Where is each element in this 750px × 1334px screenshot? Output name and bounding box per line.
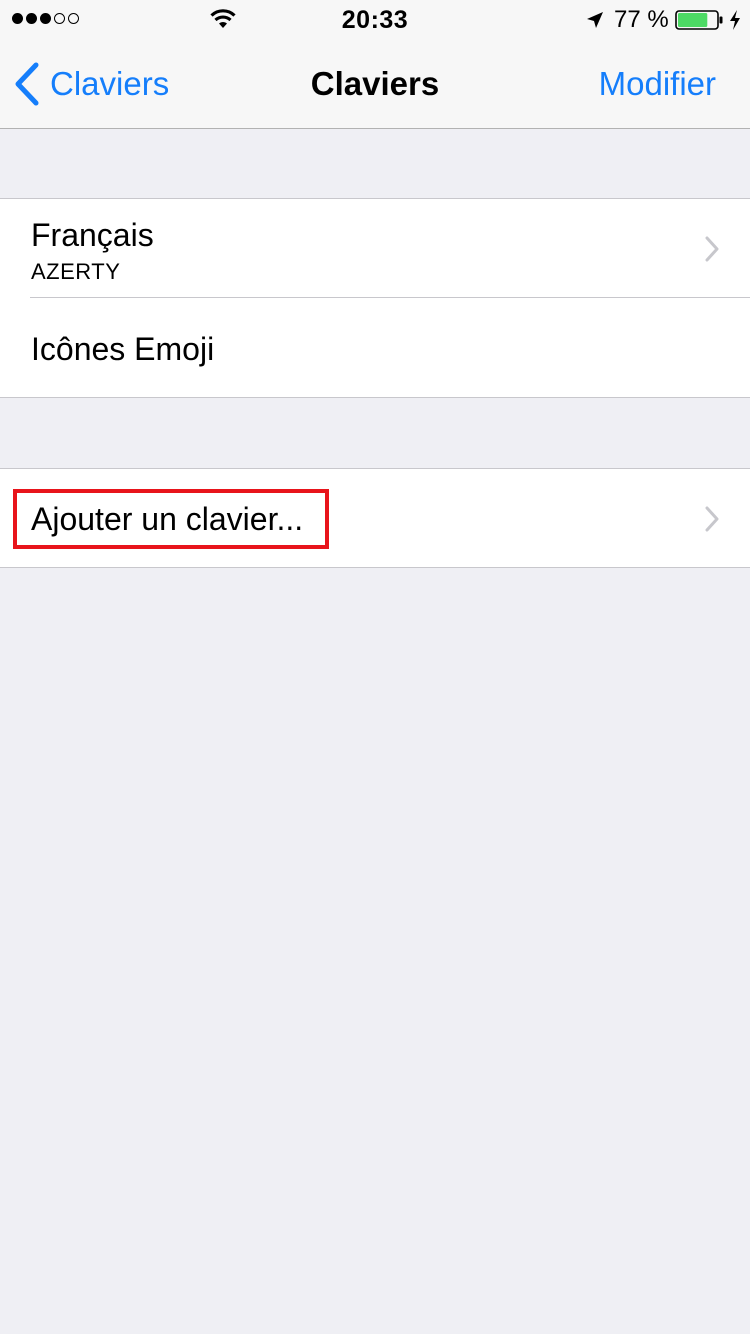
battery-icon (675, 10, 723, 30)
keyboard-row-francais[interactable]: Français AZERTY (0, 199, 750, 298)
navigation-bar: Claviers Claviers Modifier (0, 40, 750, 129)
keyboards-list: Français AZERTY Icônes Emoji (0, 198, 750, 398)
edit-button[interactable]: Modifier (599, 65, 716, 103)
battery-percentage: 77 % (614, 6, 669, 33)
add-keyboard-row[interactable]: Ajouter un clavier... (0, 469, 750, 567)
location-arrow-icon (587, 12, 603, 28)
chevron-right-icon (705, 236, 719, 262)
add-keyboard-group: Ajouter un clavier... (0, 468, 750, 568)
keyboard-name: Français (31, 217, 154, 253)
chevron-right-icon (705, 506, 719, 532)
keyboard-name: Icônes Emoji (31, 331, 215, 367)
status-bar: 20:33 77 % (0, 0, 750, 40)
keyboard-row-emoji[interactable]: Icônes Emoji (0, 298, 750, 397)
charging-bolt-icon (730, 10, 740, 30)
add-keyboard-label: Ajouter un clavier... (31, 501, 304, 537)
keyboard-layout: AZERTY (31, 259, 121, 284)
